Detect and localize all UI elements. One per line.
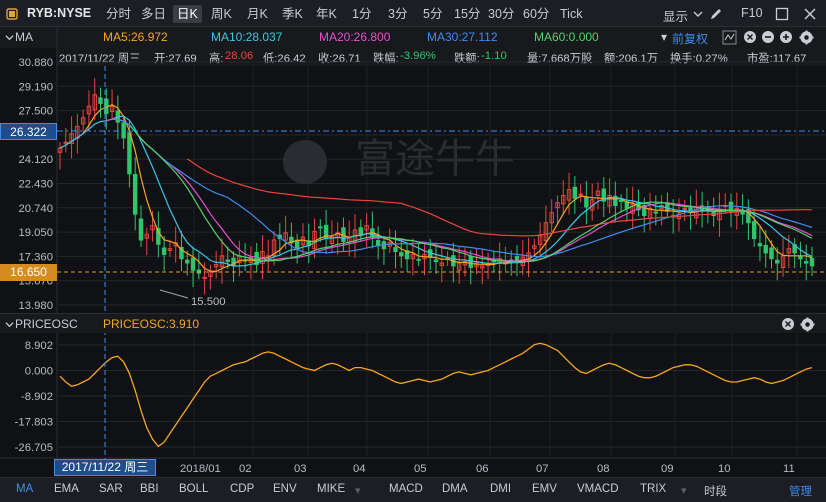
candle-body [225, 259, 230, 263]
osc-value: PRICEOSC:3.910 [103, 317, 200, 331]
indicator-tab-14[interactable]: 时段 [704, 483, 727, 499]
time-axis-label: 07 [536, 463, 549, 475]
candle-body [751, 221, 757, 240]
more-indicators-icon[interactable]: ▾ [355, 484, 361, 497]
time-axis-label: 03 [294, 463, 307, 475]
candle-body [63, 141, 69, 144]
candle-body [803, 261, 809, 264]
indicator-tab-11[interactable]: EMV [532, 483, 557, 495]
watermark-logo-icon [283, 140, 327, 184]
crosshair-date-tag: 2017/11/22 周三 [54, 459, 156, 476]
kline-chart[interactable]: 富途牛牛 30.88029.19027.50025.81024.12022.43… [0, 0, 826, 477]
candle-body [399, 252, 404, 257]
candle-body [161, 247, 167, 255]
candle-body [809, 258, 815, 267]
manage-indicators-button[interactable]: 管理 [789, 483, 812, 499]
candle-body [618, 199, 624, 202]
candle-body [769, 247, 774, 260]
indicator-tab-13[interactable]: TRIX [640, 483, 666, 495]
osc-axis-label: -26.705 [15, 442, 53, 454]
osc-axis-label: 0.000 [25, 366, 53, 378]
candle-body [393, 247, 398, 253]
candle-body [578, 193, 583, 196]
time-axis-label: 05 [414, 463, 427, 475]
osc-header: PRICEOSC PRICEOSC:3.910 [0, 313, 826, 333]
crosshair-price-tag: 26.322 [0, 123, 57, 140]
candle-body [653, 211, 659, 214]
price-axis-label: 29.190 [18, 81, 53, 93]
price-axis-label: 20.740 [18, 203, 53, 215]
price-axis-label: 19.050 [18, 227, 53, 239]
price-axis-label: 24.120 [18, 154, 53, 166]
indicator-tab-10[interactable]: DMI [490, 483, 511, 495]
indicator-tab-9[interactable]: DMA [442, 483, 468, 495]
candle-body [682, 207, 687, 210]
indicator-bar: MA EMA SAR BBI BOLL CDP ENV MIKE MACD DMA DMI EMV VM… [0, 477, 826, 502]
candle-body [185, 259, 190, 264]
price-axis-label: 13.980 [18, 300, 53, 312]
indicator-tab-5[interactable]: CDP [230, 483, 254, 495]
priceosc-line [59, 342, 813, 448]
candle-body [318, 226, 323, 229]
candle-body [468, 256, 473, 268]
price-axis-label: 27.500 [18, 106, 53, 118]
more-indicators-icon[interactable]: ▾ [681, 484, 687, 497]
candle-body [121, 122, 126, 139]
candle-body [433, 259, 439, 263]
candle-body [798, 256, 803, 260]
osc-axis-label: 8.902 [25, 340, 53, 352]
indicator-tab-3[interactable]: BBI [140, 483, 159, 495]
osc-axis-label: -17.803 [15, 416, 53, 428]
candle-body [757, 243, 763, 247]
candle-body [763, 244, 768, 254]
candle-body [358, 227, 364, 235]
indicator-tab-2[interactable]: SAR [99, 483, 123, 495]
candle-body [584, 196, 589, 208]
indicator-tab-12[interactable]: VMACD [577, 483, 619, 495]
time-axis-label: 04 [353, 463, 366, 475]
time-axis-label: 10 [718, 463, 731, 475]
candle-body [127, 132, 132, 175]
candle-body [190, 257, 196, 271]
candle-body [775, 259, 780, 264]
indicator-tab-7[interactable]: MIKE [317, 483, 345, 495]
time-axis-label: 02 [239, 463, 252, 475]
price-axis-label: 30.880 [18, 57, 53, 69]
indicator-tab-1[interactable]: EMA [54, 483, 79, 495]
price-axis-label: 17.360 [18, 251, 53, 263]
time-axis-label: 09 [661, 463, 674, 475]
osc-axis-label: -8.902 [21, 391, 53, 403]
price-axis-label: 22.430 [18, 179, 53, 191]
candle-body [138, 218, 144, 241]
watermark-text: 富途牛牛 [355, 137, 515, 181]
low-annotation: 15.500 [191, 296, 226, 308]
candle-body [98, 97, 103, 104]
close-icon[interactable] [781, 317, 795, 331]
osc-indicator-label[interactable]: PRICEOSC [15, 317, 78, 331]
time-axis-label: 2018/01 [180, 463, 221, 475]
time-axis-label: 06 [476, 463, 489, 475]
candle-body [416, 258, 421, 261]
indicator-tab-8[interactable]: MACD [389, 483, 423, 495]
candle-body [132, 173, 138, 215]
time-axis-label: 11 [783, 463, 795, 475]
indicator-tab-6[interactable]: ENV [273, 483, 297, 495]
candle-body [572, 186, 578, 199]
osc-line [59, 342, 813, 448]
gear-icon[interactable] [800, 317, 815, 332]
candle-body [202, 276, 207, 279]
indicator-tab-4[interactable]: BOLL [179, 483, 208, 495]
time-axis-label: 08 [597, 463, 610, 475]
last-price-tag: 16.650 [0, 264, 57, 281]
indicator-tab-0[interactable]: MA [16, 483, 33, 495]
chevron-down-icon[interactable] [5, 320, 14, 329]
